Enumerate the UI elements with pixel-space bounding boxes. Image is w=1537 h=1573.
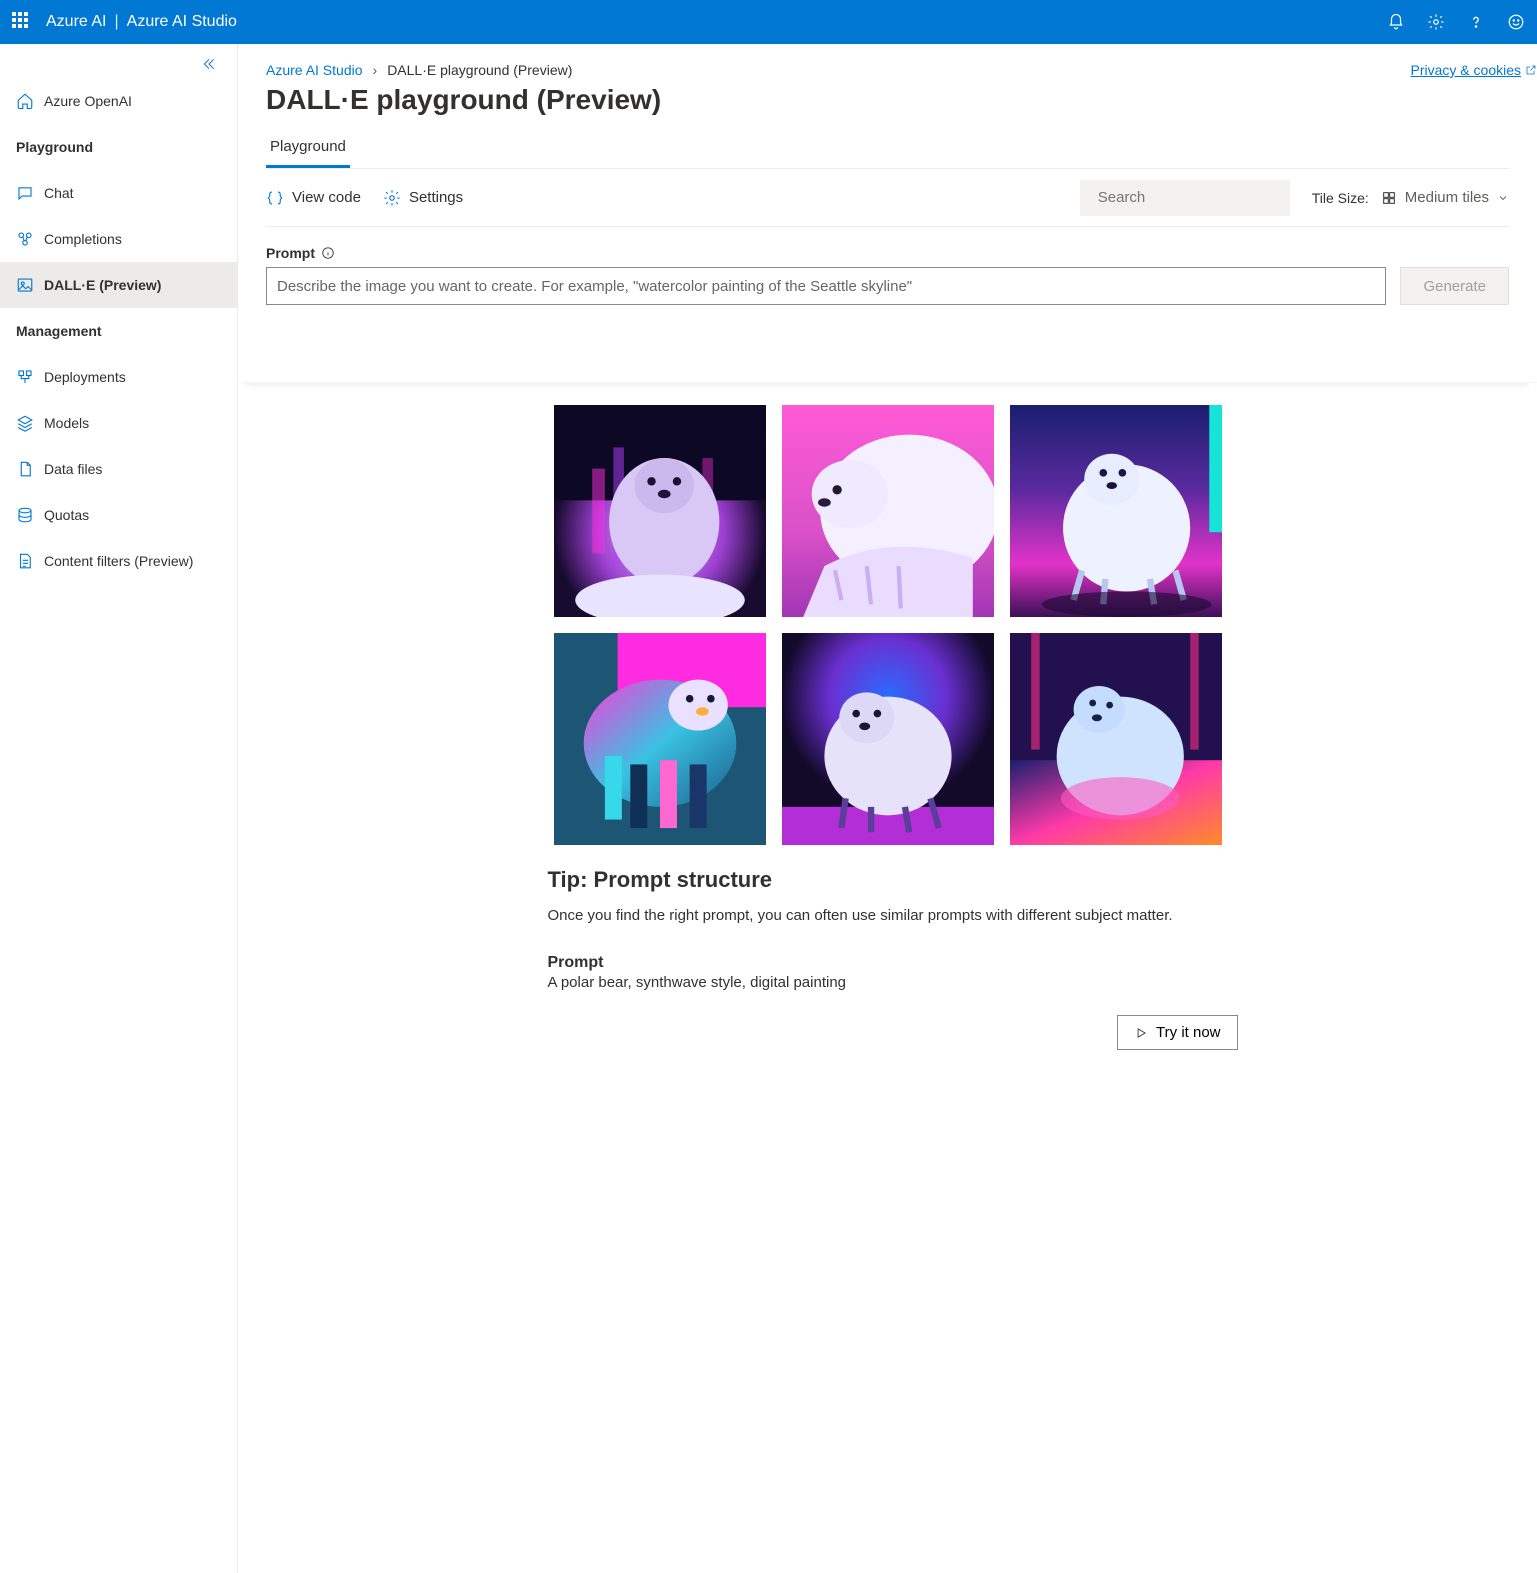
sidebar-item-chat[interactable]: Chat [0, 170, 237, 216]
image-gallery [528, 405, 1248, 845]
database-icon [16, 506, 34, 524]
sidebar-item-label: Deployments [44, 369, 126, 385]
sidebar-item-label: Models [44, 415, 89, 431]
try-it-now-button[interactable]: Try it now [1117, 1015, 1237, 1050]
sidebar-item-datafiles[interactable]: Data files [0, 446, 237, 492]
home-icon [16, 92, 34, 110]
file-icon [16, 460, 34, 478]
feedback-smile-icon[interactable] [1507, 13, 1525, 31]
generated-image-3[interactable] [1010, 405, 1222, 617]
generate-button[interactable]: Generate [1400, 267, 1509, 305]
grid-icon [1381, 190, 1397, 206]
sidebar-item-contentfilters[interactable]: Content filters (Preview) [0, 538, 237, 584]
tile-size-select[interactable]: Medium tiles [1381, 189, 1509, 206]
deployments-icon [16, 368, 34, 386]
tile-size-label: Tile Size: [1312, 190, 1369, 206]
tip-body: Once you find the right prompt, you can … [548, 907, 1238, 924]
generated-image-1[interactable] [554, 405, 766, 617]
sidebar-section-management: Management [0, 308, 237, 354]
example-label: Prompt [548, 954, 1238, 972]
sidebar: Azure OpenAI Playground Chat Completions… [0, 44, 238, 1573]
external-link-icon [1525, 64, 1537, 76]
search-input[interactable] [1098, 189, 1297, 206]
bell-icon[interactable] [1387, 13, 1405, 31]
sidebar-item-label: Completions [44, 231, 122, 247]
tabs: Playground [266, 128, 1509, 169]
sidebar-item-label: DALL·E (Preview) [44, 277, 161, 293]
gear-icon [383, 189, 401, 207]
sidebar-link-azure-openai[interactable]: Azure OpenAI [0, 78, 237, 124]
generated-image-5[interactable] [782, 633, 994, 845]
top-bar: Azure AI|Azure AI Studio [0, 0, 1537, 44]
breadcrumb: Azure AI Studio › DALL·E playground (Pre… [266, 62, 1509, 78]
document-icon [16, 552, 34, 570]
sidebar-item-deployments[interactable]: Deployments [0, 354, 237, 400]
code-braces-icon [266, 189, 284, 207]
prompt-label: Prompt [266, 245, 1509, 261]
sidebar-item-dalle[interactable]: DALL·E (Preview) [0, 262, 237, 308]
view-code-button[interactable]: View code [266, 189, 361, 207]
chevron-down-icon [1497, 192, 1509, 204]
completions-icon [16, 230, 34, 248]
collapse-sidebar-icon[interactable] [201, 56, 217, 72]
sidebar-item-label: Azure OpenAI [44, 93, 132, 109]
image-icon [16, 276, 34, 294]
chevron-right-icon: › [373, 62, 378, 78]
search-box[interactable] [1080, 180, 1290, 216]
sidebar-item-label: Quotas [44, 507, 89, 523]
prompt-input[interactable] [266, 267, 1386, 305]
sidebar-item-models[interactable]: Models [0, 400, 237, 446]
sidebar-item-label: Content filters (Preview) [44, 553, 193, 569]
example-text: A polar bear, synthwave style, digital p… [548, 974, 1238, 991]
generated-image-4[interactable] [554, 633, 766, 845]
layers-icon [16, 414, 34, 432]
play-icon [1134, 1026, 1148, 1040]
sidebar-section-playground: Playground [0, 124, 237, 170]
privacy-link[interactable]: Privacy & cookies [1411, 62, 1537, 78]
chat-icon [16, 184, 34, 202]
sidebar-item-quotas[interactable]: Quotas [0, 492, 237, 538]
sidebar-item-completions[interactable]: Completions [0, 216, 237, 262]
app-launcher-icon[interactable] [12, 12, 32, 32]
brand-title: Azure AI|Azure AI Studio [46, 13, 237, 31]
generated-image-6[interactable] [1010, 633, 1222, 845]
sidebar-item-label: Data files [44, 461, 102, 477]
breadcrumb-current: DALL·E playground (Preview) [387, 62, 572, 78]
tab-playground[interactable]: Playground [266, 128, 350, 168]
info-icon[interactable] [321, 246, 335, 260]
tip-block: Tip: Prompt structure Once you find the … [548, 867, 1238, 1050]
sidebar-item-label: Chat [44, 185, 74, 201]
page-title: DALL·E playground (Preview) [266, 84, 1509, 116]
settings-button[interactable]: Settings [383, 189, 463, 207]
generated-image-2[interactable] [782, 405, 994, 617]
tip-title: Tip: Prompt structure [548, 867, 1238, 893]
main-content: Azure AI Studio › DALL·E playground (Pre… [238, 44, 1537, 1573]
toolbar: View code Settings Tile Size: Medium til… [266, 169, 1509, 227]
help-icon[interactable] [1467, 13, 1485, 31]
breadcrumb-root[interactable]: Azure AI Studio [266, 62, 363, 78]
gear-icon[interactable] [1427, 13, 1445, 31]
